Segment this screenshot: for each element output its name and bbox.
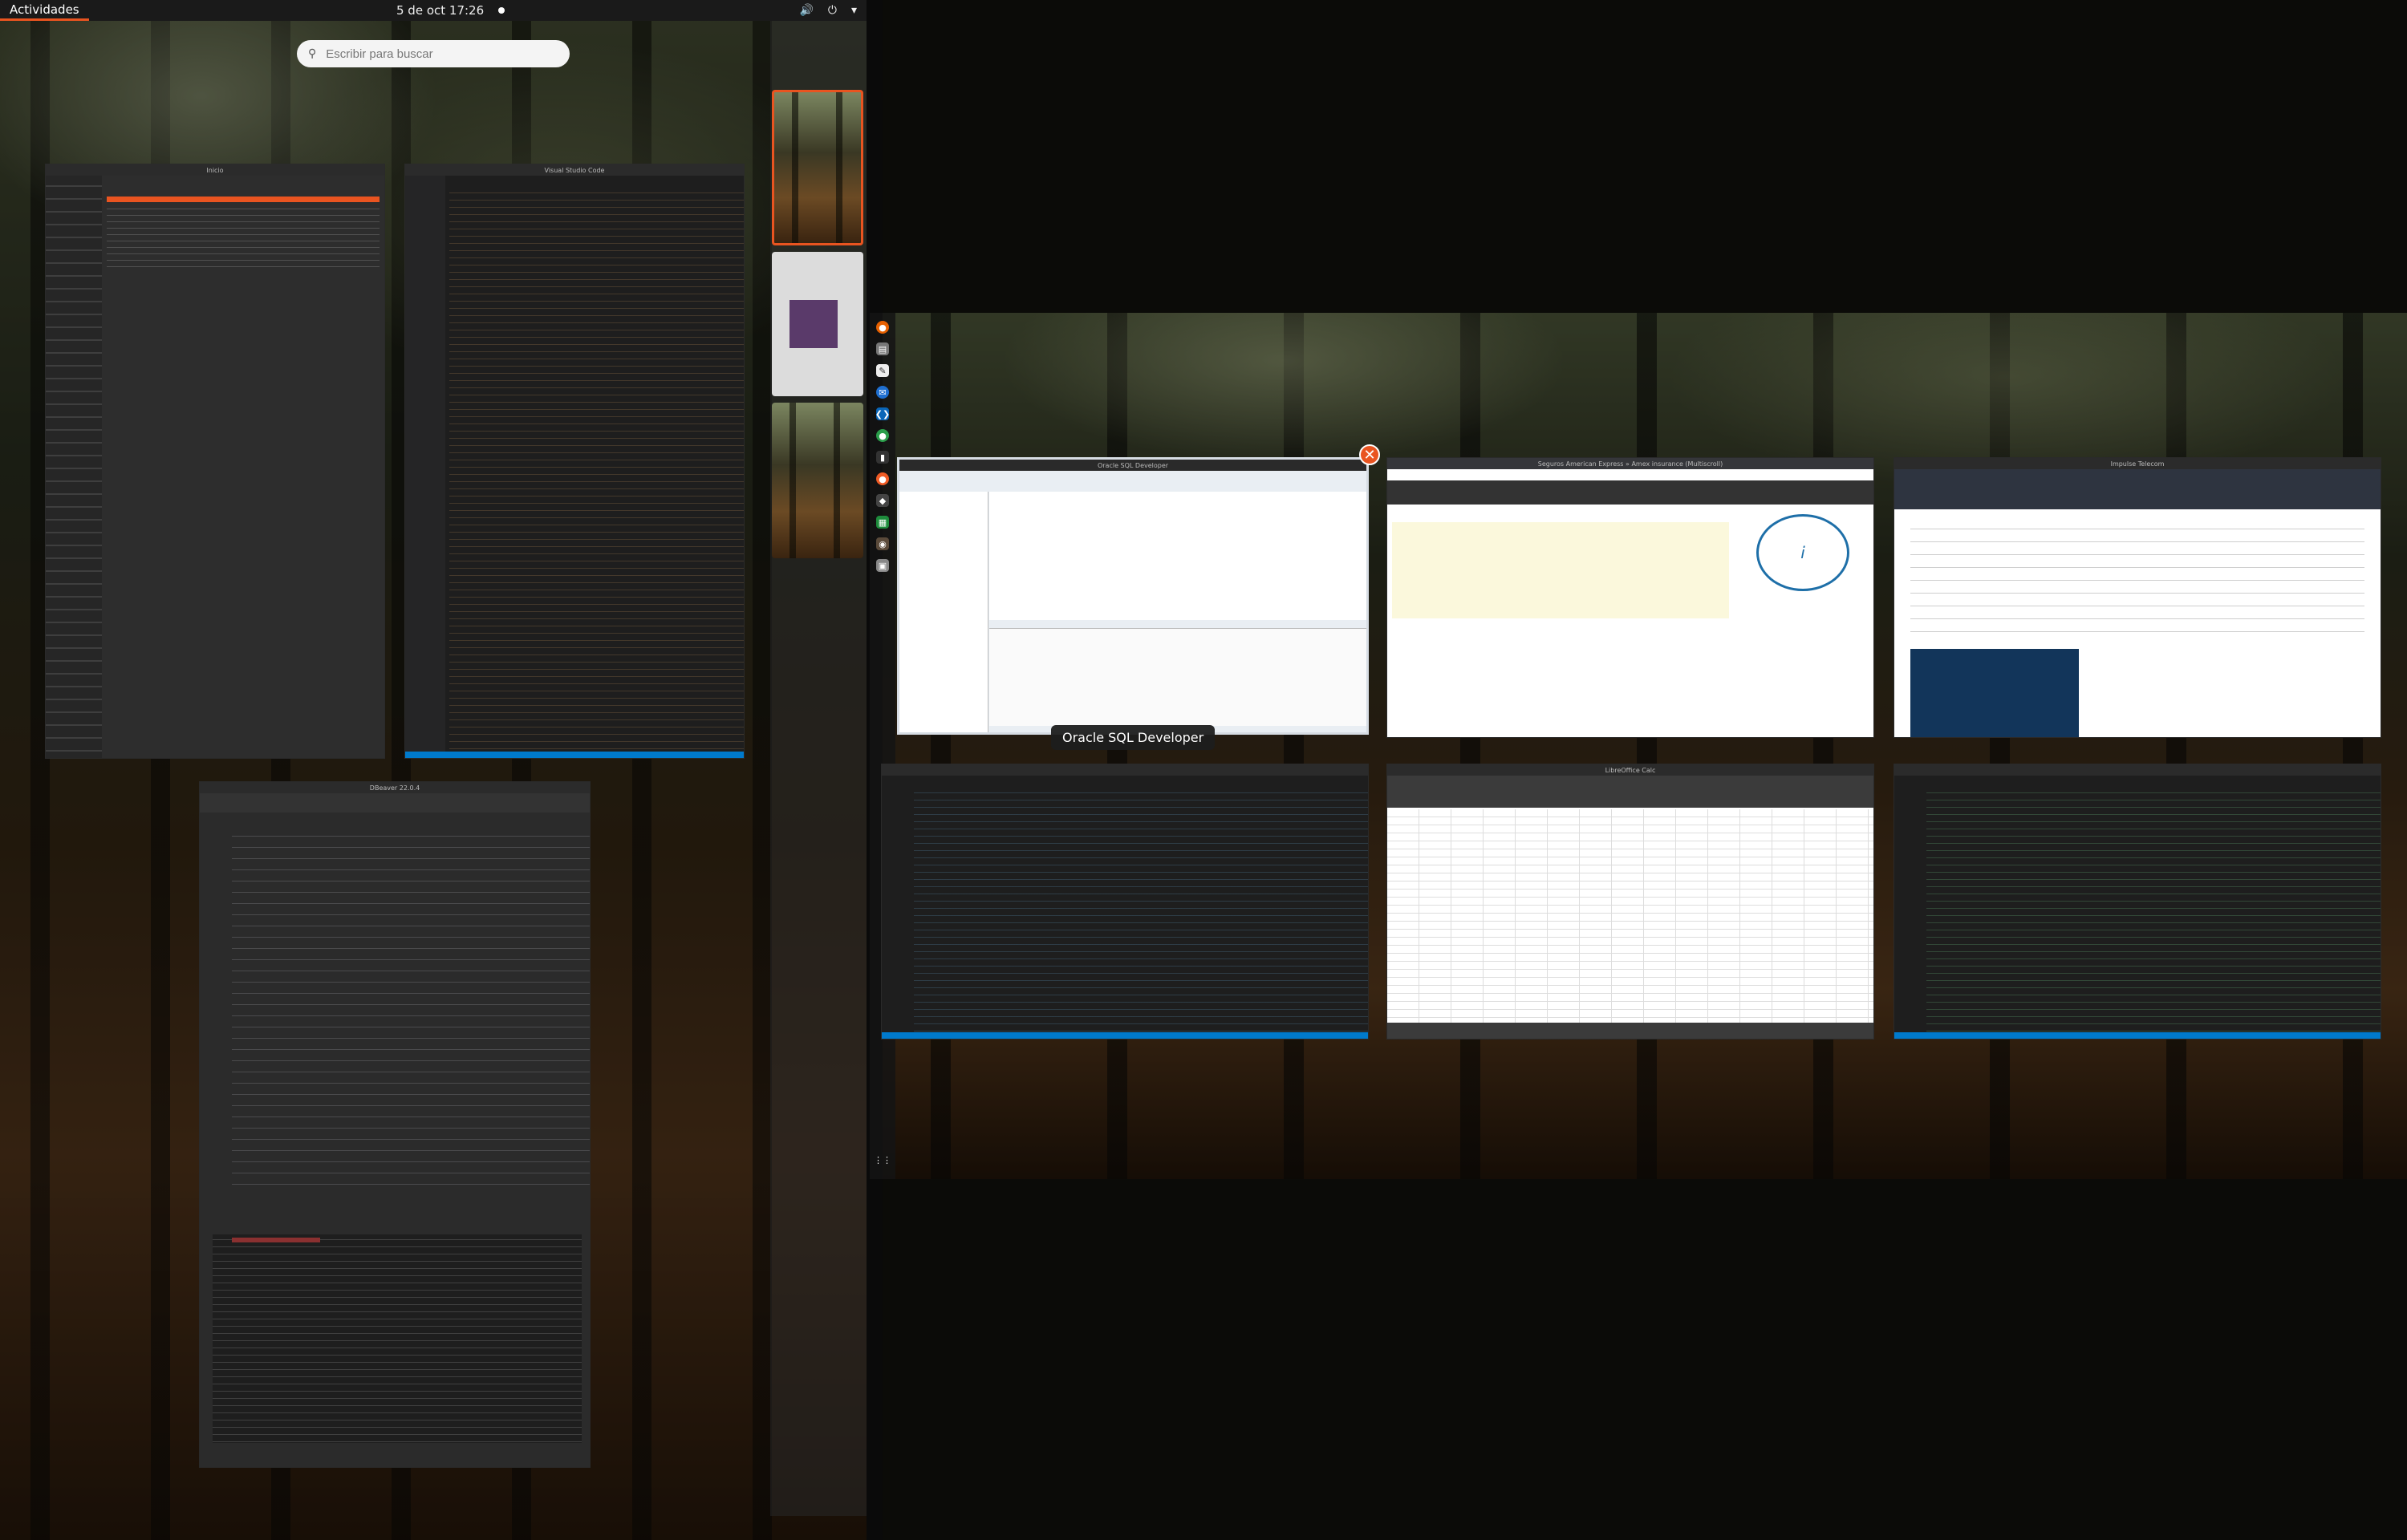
window-title: Seguros American Express » Amex insuranc… <box>1387 458 1873 469</box>
power-icon: ⏻ <box>827 4 837 17</box>
dash: ● ▤ ✎ ✉ ❮❯ ● ▮ ● ◆ ▦ ◉ ▣ ⋮⋮ <box>870 313 895 1179</box>
workspace-1[interactable] <box>772 90 863 245</box>
files-icon[interactable]: ▤ <box>876 342 889 355</box>
chrome-form <box>1392 522 1729 618</box>
show-apps-icon[interactable]: ⋮⋮ <box>874 1153 891 1166</box>
files-sidebar <box>46 176 102 758</box>
mail-header <box>1894 469 2381 509</box>
dbeaver-sql-editor <box>232 830 590 1194</box>
dbeaver-toolbar <box>200 793 590 813</box>
window-title: Inicio <box>46 164 384 176</box>
system-menu[interactable]: 🔊 ⏻ ▾ <box>799 0 857 21</box>
terminal-icon[interactable]: ▮ <box>876 451 889 464</box>
window-dbeaver[interactable]: DBeaver 22.0.4 <box>199 781 591 1468</box>
calc-icon[interactable]: ▦ <box>876 516 889 529</box>
mail-signature <box>1910 649 2079 737</box>
mail-body <box>1910 522 2364 642</box>
dbeaver-icon[interactable]: ◉ <box>876 537 889 550</box>
window-title: Impulse Telecom <box>1894 458 2381 469</box>
statusbar <box>1894 1032 2381 1039</box>
files-selected-row <box>107 197 380 202</box>
dbeaver-selected-row <box>232 1238 320 1242</box>
mysql-icon[interactable]: ◆ <box>876 494 889 507</box>
close-window-button[interactable]: ✕ <box>1359 444 1380 465</box>
calc-toolbar <box>1387 776 1873 808</box>
sqldev-navigator <box>899 492 988 732</box>
clock[interactable]: 5 de oct 17:26 <box>396 0 505 21</box>
search-input[interactable] <box>324 46 553 62</box>
window-calc[interactable]: LibreOffice Calc <box>1386 764 1874 1040</box>
window-title <box>882 764 1368 776</box>
top-bar: Actividades 5 de oct 17:26 🔊 ⏻ ▾ <box>0 0 867 21</box>
files-list <box>107 205 380 269</box>
chrome-icon[interactable]: ● <box>876 429 889 442</box>
dbeaver-results-grid <box>213 1234 582 1443</box>
volume-icon: 🔊 <box>799 4 814 17</box>
date-time: 5 de oct 17:26 <box>396 3 485 18</box>
window-title <box>1894 764 2381 776</box>
search-box[interactable]: ⚲ <box>297 40 570 67</box>
calc-grid <box>1387 809 1873 1023</box>
vscode-statusbar <box>405 752 744 758</box>
code-editor <box>914 788 1368 1039</box>
workspace-2[interactable] <box>772 252 863 396</box>
workspace-2-window <box>789 300 838 348</box>
sqldeveloper-icon[interactable]: ▣ <box>876 559 889 572</box>
firefox-icon[interactable]: ● <box>876 321 889 334</box>
calc-statusbar <box>1387 1023 1873 1039</box>
window-tooltip: Oracle SQL Developer <box>1051 725 1216 750</box>
window-code-2[interactable] <box>881 764 1369 1040</box>
window-code-3[interactable] <box>1894 764 2381 1040</box>
window-title: LibreOffice Calc <box>1387 764 1873 776</box>
window-title: Oracle SQL Developer <box>899 460 1366 471</box>
vscode-editor <box>449 188 744 758</box>
workspace-3[interactable] <box>772 403 863 558</box>
sqldev-output <box>989 628 1366 726</box>
window-vscode[interactable]: Visual Studio Code <box>404 164 745 759</box>
notification-dot-icon <box>498 7 505 14</box>
window-title: DBeaver 22.0.4 <box>200 782 590 793</box>
window-chrome[interactable]: Seguros American Express » Amex insuranc… <box>1386 457 1874 738</box>
statusbar <box>882 1032 1368 1039</box>
postman-icon[interactable]: ● <box>876 472 889 485</box>
code-editor <box>1926 788 2381 1039</box>
sqldev-worksheet <box>989 492 1366 620</box>
vscode-explorer <box>405 176 445 758</box>
window-mail[interactable]: Impulse Telecom <box>1894 457 2381 738</box>
activities-button[interactable]: Actividades <box>0 0 89 21</box>
chrome-page-header <box>1387 480 1873 505</box>
text-editor-icon[interactable]: ✎ <box>876 364 889 377</box>
vscode-icon[interactable]: ❮❯ <box>875 407 890 420</box>
search-icon: ⚲ <box>308 47 317 60</box>
thunderbird-icon[interactable]: ✉ <box>876 386 889 399</box>
window-title: Visual Studio Code <box>405 164 744 176</box>
impulse-logo: i <box>1756 514 1849 591</box>
menu-arrow-icon: ▾ <box>850 4 857 17</box>
window-sqldeveloper[interactable]: Oracle SQL Developer <box>897 457 1369 735</box>
window-files[interactable]: Inicio <box>45 164 385 759</box>
